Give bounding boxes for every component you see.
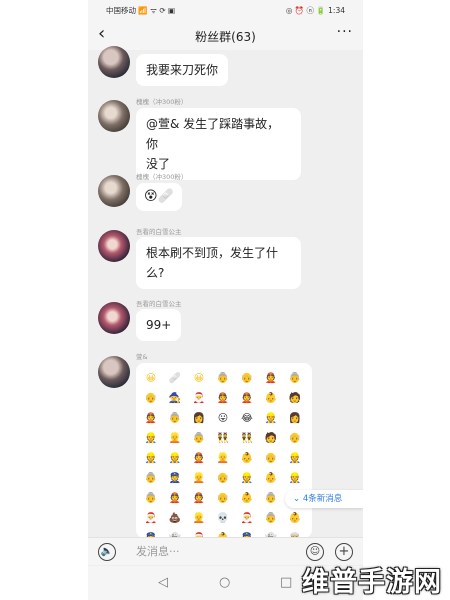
message-bubble[interactable]: 99+ (136, 309, 182, 341)
message-text-line: 么? (146, 266, 165, 280)
emoji-icon: 👶 (288, 513, 302, 524)
nav-home-icon[interactable]: ○ (219, 575, 230, 590)
emoji-icon: 🎅 (192, 393, 206, 404)
message-text-line: 根本刷不到顶，发生了什 (146, 246, 279, 260)
emoji-icon: 👷 (288, 453, 302, 464)
emoji-icon: 👷 (240, 473, 254, 484)
emoji-icon: 👷 (264, 413, 278, 424)
emoji-icon: 👲 (264, 373, 278, 384)
emoji-icon: 👴 (144, 393, 158, 404)
message-text-line: @萱& 发生了踩踏事故，你 (146, 117, 280, 151)
emoji-icon: 😂 (241, 413, 253, 424)
emoji-icon: 👯 (216, 433, 230, 444)
emoji-icon: 👴 (264, 453, 278, 464)
carrier-info: 中国移动 📶 ᯤ ⟳ ▣ (106, 6, 176, 15)
sender-name: 萱& (136, 353, 148, 361)
emoji-icon: 👴 (240, 373, 254, 384)
emoji-icon: 👮 (168, 473, 182, 484)
emoji-icon: 👩 (192, 413, 206, 424)
avatar[interactable] (98, 356, 130, 388)
emoji-icon: 🧑 (264, 433, 278, 444)
emoji-grid: 😀 🩹 😀 👵 👴 👲 👵 👴 🧙 🎅 👲 👲 👶 🧑 👲 👵 👩 😛 😂 👷 👩 👷 👱 👵 👯 👯 🧑 👴 👷 👷 👲 👱 👶 👴 👷 👵 👮 👱 👴 👷… (142, 370, 306, 538)
watermark-logo: 维普手游网 (302, 567, 442, 598)
emoji-icon: 👲 (192, 453, 206, 464)
emoji-icon: 🧑 (288, 393, 302, 404)
message-bubble[interactable]: @萱& 发生了踩踏事故，你 没了 (136, 108, 301, 180)
sender-name: 吾看的白雪公主 (136, 300, 182, 308)
status-bar: 中国移动 📶 ᯤ ⟳ ▣ ◎ ⏰ ⓝ 🔋 1:34 (88, 0, 363, 20)
emoji-icon: 💀 (216, 513, 230, 524)
emoji-icon: 👱 (216, 453, 230, 464)
sender-name: 槐槐（冲300粉） (136, 173, 188, 181)
emoji-icon: 👵 (192, 433, 206, 444)
emoji-icon: 😀 (193, 373, 205, 384)
voice-icon[interactable]: 🔈 (98, 543, 116, 561)
emoji-icon: 👱 (192, 473, 206, 484)
emoji-icon: 😀 (145, 373, 157, 384)
more-icon[interactable]: ··· (337, 24, 353, 40)
emoji-icon: 👵 (144, 473, 158, 484)
emoji-icon[interactable]: ☺ (306, 543, 324, 561)
emoji-icon: 👵 (264, 513, 278, 524)
emoji-icon: 👴 (216, 493, 230, 504)
page-title: 粉丝群(63) (195, 30, 256, 44)
message-bubble[interactable]: 我要来刀死你 (136, 54, 229, 86)
emoji-icon: 👯 (240, 433, 254, 444)
avatar[interactable] (98, 175, 130, 207)
chat-header: ‹ 粉丝群(63) ··· (88, 20, 363, 50)
emoji-icon: 🧙 (168, 393, 182, 404)
emoji-icon: 👶 (264, 393, 278, 404)
chat-screen: 中国移动 📶 ᯤ ⟳ ▣ ◎ ⏰ ⓝ 🔋 1:34 ‹ 粉丝群(63) ··· … (88, 0, 363, 600)
emoji-icon: 👱 (168, 433, 182, 444)
emoji-icon: 🩹 (168, 373, 182, 384)
emoji-icon: 💩 (168, 513, 182, 524)
message-bubble[interactable]: 😵🩹 (136, 183, 182, 211)
emoji-icon: 👲 (168, 493, 182, 504)
emoji-icon: 👷 (144, 433, 158, 444)
nav-recent-icon[interactable]: □ (280, 575, 292, 590)
emoji-icon: 👱 (192, 513, 206, 524)
emoji-icon: 👶 (264, 473, 278, 484)
emoji-message-bubble[interactable]: 😀 🩹 😀 👵 👴 👲 👵 👴 🧙 🎅 👲 👲 👶 🧑 👲 👵 👩 😛 😂 👷 👩 👷 👱 👵 👯 👯 🧑 👴 👷 👷 👲 👱 👶 👴 👷 👵 👮 👱 👴 👷… (136, 363, 312, 538)
avatar[interactable] (98, 100, 130, 132)
emoji-icon: 🎅 (240, 513, 254, 524)
avatar[interactable] (98, 230, 130, 262)
emoji-icon: 👲 (216, 393, 230, 404)
emoji-icon: 👵 (264, 493, 278, 504)
message-input[interactable]: 发消息··· (118, 542, 298, 562)
emoji-icon: 👲 (240, 393, 254, 404)
emoji-icon: 👷 (288, 473, 302, 484)
emoji-icon: 👵 (168, 413, 182, 424)
avatar[interactable] (98, 302, 130, 334)
emoji-icon: 👲 (192, 493, 206, 504)
emoji-icon: 👵 (216, 373, 230, 384)
nav-back-icon[interactable]: ◁ (158, 575, 168, 590)
emoji-icon: 👶 (240, 493, 254, 504)
sender-name: 吾看的白雪公主 (136, 228, 182, 236)
emoji-icon: 👵 (288, 373, 302, 384)
emoji-icon: 👵 (144, 493, 158, 504)
emoji-icon: 🎅 (144, 513, 158, 524)
avatar[interactable] (98, 46, 130, 78)
emoji-icon: 👩 (288, 413, 302, 424)
emoji-icon: 😛 (217, 413, 229, 424)
status-icons-time: ◎ ⏰ ⓝ 🔋 1:34 (285, 6, 345, 15)
emoji-icon: 👴 (216, 473, 230, 484)
emoji-icon: 👴 (288, 433, 302, 444)
message-bubble[interactable]: 根本刷不到顶，发生了什 么? (136, 237, 301, 289)
emoji-icon: 👶 (240, 453, 254, 464)
plus-icon[interactable]: + (335, 543, 353, 561)
emoji-icon: 👷 (168, 453, 182, 464)
new-messages-button[interactable]: ⌄ 4条新消息 (285, 490, 363, 508)
sender-name: 槐槐（冲300粉） (136, 98, 188, 106)
emoji-icon: 👷 (144, 453, 158, 464)
emoji-icon: 👲 (144, 413, 158, 424)
